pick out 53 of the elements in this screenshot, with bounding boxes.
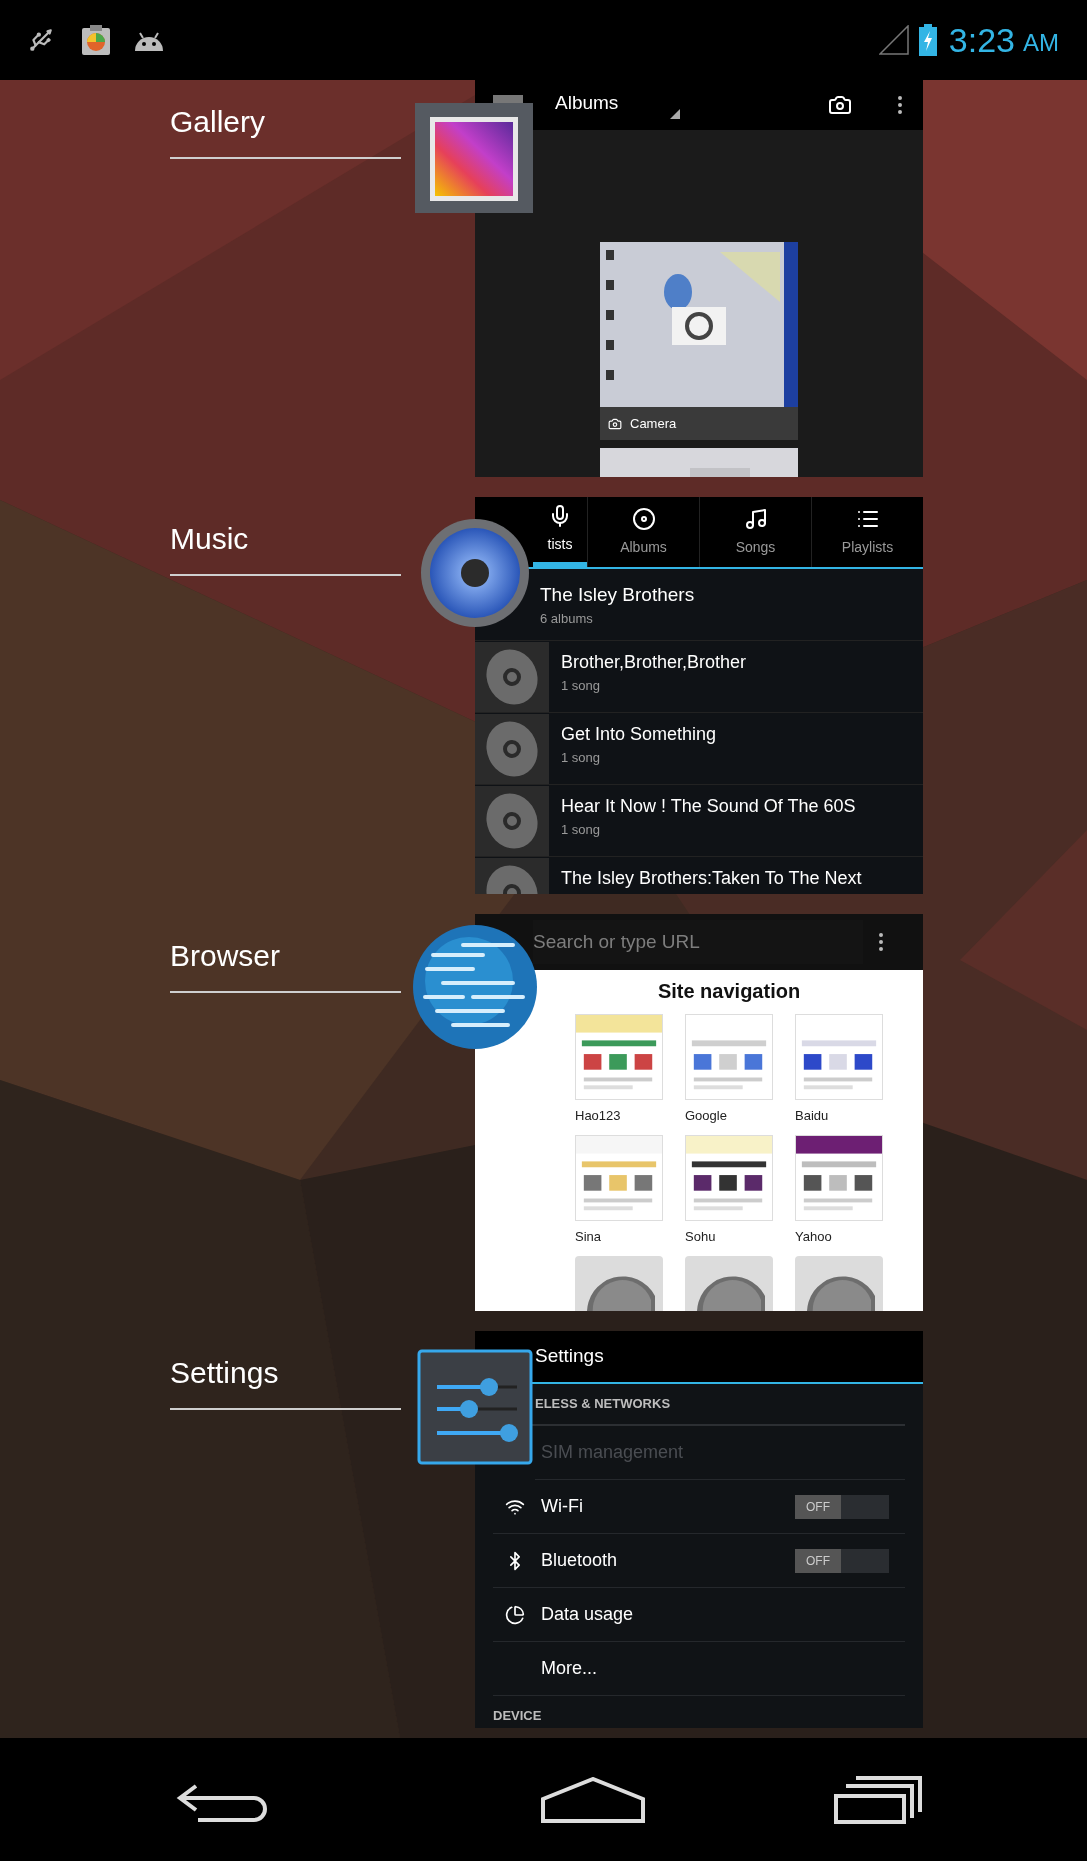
- globe-placeholder-icon: [795, 1256, 883, 1311]
- list-item[interactable]: Get Into Something 1 song: [475, 713, 923, 785]
- app-thumbnail[interactable]: tists Albums Songs Playlists The Isley Brothers 6 albums Brother,Brother,Brother 1 song Get Into Something 1 song Hear It Now ! The Sound Of The 60S 1 song The Isley Brothers:Taken To The Next: [475, 497, 923, 894]
- app-label: Music: [170, 519, 401, 576]
- site-tile[interactable]: Baidu: [795, 1014, 883, 1127]
- gallery-icon: [415, 95, 533, 213]
- album-caption-bar[interactable]: Camera: [600, 407, 798, 440]
- settings-item[interactable]: Wi-Fi OFF: [493, 1480, 905, 1534]
- toggle-switch[interactable]: OFF: [795, 1494, 889, 1519]
- camera-icon[interactable]: [828, 93, 852, 117]
- clock-meridiem: AM: [1023, 28, 1059, 58]
- tab[interactable]: tists: [533, 497, 587, 567]
- settings-item[interactable]: Data usage: [493, 1588, 905, 1642]
- tab[interactable]: Songs: [699, 497, 811, 567]
- site-tile[interactable]: Sohu: [685, 1135, 773, 1248]
- app-notification-icon: [82, 25, 110, 55]
- tab[interactable]: Playlists: [811, 497, 923, 567]
- signal-icon: [878, 25, 909, 55]
- album-name: Camera: [630, 414, 677, 433]
- music-note-icon: [743, 506, 768, 531]
- app-label: Gallery: [170, 102, 401, 159]
- globe-placeholder-icon: [575, 1256, 663, 1311]
- clock-time: 3:23: [948, 19, 1015, 61]
- list-item[interactable]: Brother,Brother,Brother 1 song: [475, 641, 923, 713]
- app-label: Browser: [170, 936, 401, 993]
- home-icon[interactable]: [541, 1776, 645, 1823]
- list-item[interactable]: The Isley Brothers 6 albums: [533, 569, 923, 640]
- toggle-switch[interactable]: OFF: [795, 1548, 889, 1573]
- pie-chart-icon: [505, 1604, 525, 1625]
- section-header: ELESS & NETWORKS: [535, 1395, 671, 1414]
- sliders-icon: [417, 1349, 533, 1465]
- list-item[interactable]: Hear It Now ! The Sound Of The 60S 1 song: [475, 785, 923, 857]
- page-title: Site navigation: [656, 979, 801, 1004]
- site-tile[interactable]: Google: [685, 1014, 773, 1127]
- recent-apps-icon[interactable]: [834, 1775, 922, 1824]
- app-thumbnail[interactable]: Search or type URL Site navigation Hao123 Google Baidu Sina Sohu Yahoo: [475, 914, 923, 1311]
- address-bar[interactable]: Search or type URL: [475, 914, 923, 970]
- site-tile[interactable]: Yahoo: [795, 1135, 883, 1248]
- app-label: Settings: [170, 1353, 401, 1410]
- tab[interactable]: Albums: [587, 497, 699, 567]
- settings-item[interactable]: Bluetooth OFF: [493, 1534, 905, 1588]
- app-thumbnail[interactable]: Albums Camera: [475, 80, 923, 477]
- usb-icon: [28, 27, 54, 53]
- site-tile[interactable]: Sina: [575, 1135, 663, 1248]
- section-header: DEVICE: [493, 1707, 542, 1726]
- screen-title: Settings: [535, 1344, 604, 1369]
- disc-icon: [631, 506, 656, 531]
- battery-charging-icon: [918, 24, 937, 56]
- settings-item[interactable]: More...: [493, 1642, 905, 1696]
- globe-placeholder-icon: [685, 1256, 773, 1311]
- dropdown-indicator-icon: [670, 109, 680, 119]
- camera-icon: [608, 416, 622, 431]
- site-tile[interactable]: Hao123: [575, 1014, 663, 1127]
